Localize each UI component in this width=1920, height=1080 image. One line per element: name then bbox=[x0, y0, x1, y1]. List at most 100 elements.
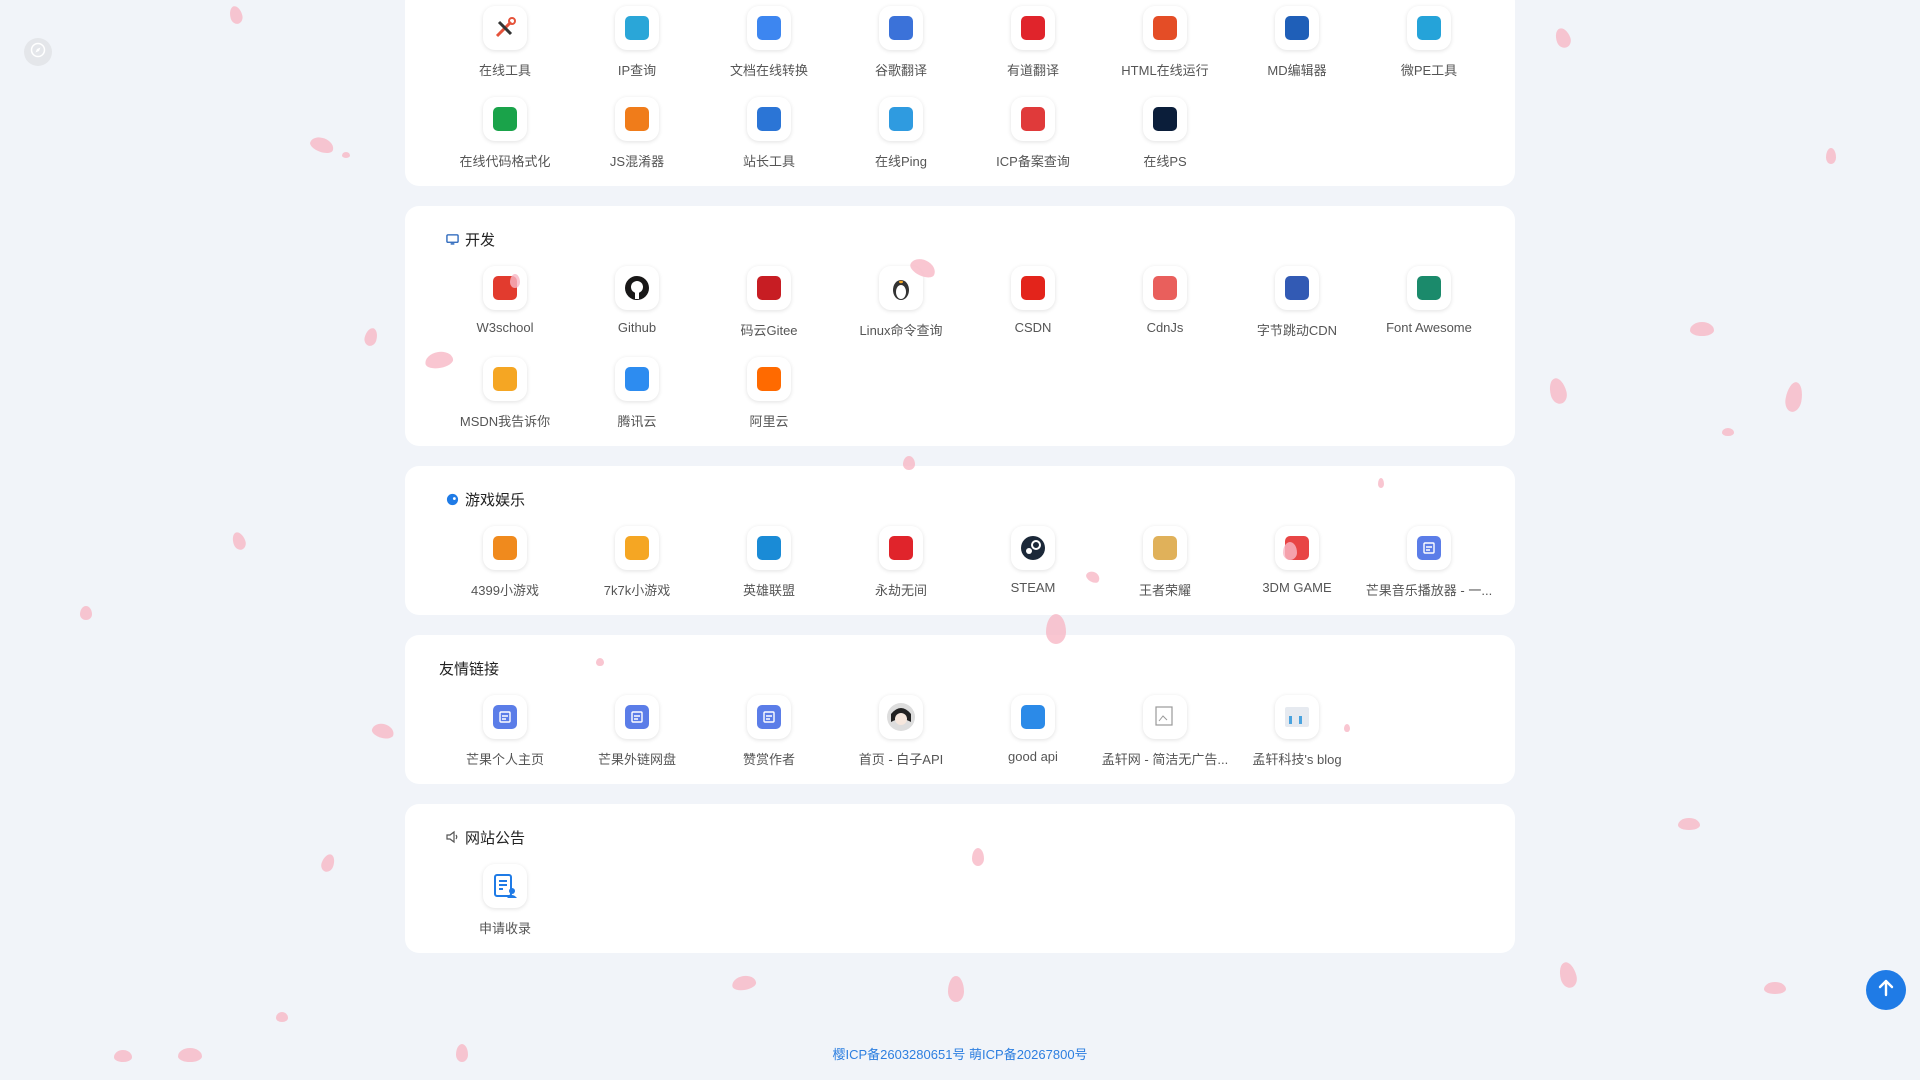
link-grid: 申请收录 bbox=[415, 864, 1505, 937]
link-label: STEAM bbox=[1010, 580, 1056, 595]
link-item[interactable]: 字节跳动CDN bbox=[1231, 266, 1363, 339]
link-item[interactable]: 英雄联盟 bbox=[703, 526, 835, 599]
link-label: 谷歌翻译 bbox=[874, 63, 927, 78]
link-label: MSDN我告诉你 bbox=[459, 414, 551, 429]
link-item[interactable]: STEAM bbox=[967, 526, 1099, 599]
pe-icon bbox=[1407, 6, 1451, 50]
link-item[interactable]: W3school bbox=[439, 266, 571, 339]
petal-decoration bbox=[1678, 818, 1700, 830]
petal-decoration bbox=[80, 606, 92, 620]
link-label: ICP备案查询 bbox=[996, 154, 1070, 169]
link-item[interactable]: CdnJs bbox=[1099, 266, 1231, 339]
link-label: good api bbox=[1008, 749, 1058, 764]
avatar-icon bbox=[879, 695, 923, 739]
api-icon bbox=[1011, 695, 1055, 739]
link-item[interactable]: 申请收录 bbox=[439, 864, 571, 937]
link-grid: 4399小游戏 7k7k小游戏 英雄联盟 永劫无间 STEAM 王者荣耀 3DM GAME 芒… bbox=[415, 526, 1505, 599]
link-label: 芒果个人主页 bbox=[465, 752, 544, 767]
link-item[interactable]: ICP备案查询 bbox=[967, 97, 1099, 170]
html5-icon bbox=[483, 266, 527, 310]
link-item[interactable]: 有道翻译 bbox=[967, 6, 1099, 79]
link-item[interactable]: 在线代码格式化 bbox=[439, 97, 571, 170]
link-item[interactable]: 在线PS bbox=[1099, 97, 1231, 170]
link-label: 在线PS bbox=[1143, 154, 1187, 169]
link-label: 芒果外链网盘 bbox=[597, 752, 676, 767]
markdown-icon bbox=[1275, 6, 1319, 50]
bookmark-icon bbox=[747, 695, 791, 739]
tools-icon bbox=[483, 6, 527, 50]
petal-decoration bbox=[730, 974, 758, 992]
petal-decoration bbox=[1690, 322, 1714, 336]
link-item[interactable]: MSDN我告诉你 bbox=[439, 357, 571, 430]
link-item[interactable]: IP查询 bbox=[571, 6, 703, 79]
link-item[interactable]: MD编辑器 bbox=[1231, 6, 1363, 79]
link-grid: W3school Github 码云Gitee Linux命令查询 CSDN CdnJs 字… bbox=[415, 266, 1505, 430]
petal-decoration bbox=[319, 852, 337, 874]
link-item[interactable]: HTML在线运行 bbox=[1099, 6, 1231, 79]
link-item[interactable]: 孟轩科技's blog bbox=[1231, 695, 1363, 768]
link-item[interactable]: 文档在线转换 bbox=[703, 6, 835, 79]
link-item[interactable]: 首页 - 白子API bbox=[835, 695, 967, 768]
link-label: Github bbox=[617, 320, 657, 335]
link-item[interactable]: 3DM GAME bbox=[1231, 526, 1363, 599]
link-label: 英雄联盟 bbox=[742, 583, 795, 598]
bytedance-icon bbox=[1275, 266, 1319, 310]
aliyun-icon bbox=[747, 357, 791, 401]
link-item[interactable]: 芒果外链网盘 bbox=[571, 695, 703, 768]
terminal-icon bbox=[483, 97, 527, 141]
link-item[interactable]: 在线Ping bbox=[835, 97, 967, 170]
bookmark-icon bbox=[1407, 526, 1451, 570]
link-item[interactable]: 码云Gitee bbox=[703, 266, 835, 339]
section-title: 开发 bbox=[415, 220, 1505, 266]
link-item[interactable]: 站长工具 bbox=[703, 97, 835, 170]
link-item[interactable]: good api bbox=[967, 695, 1099, 768]
4399-icon bbox=[483, 526, 527, 570]
link-item[interactable]: 芒果音乐播放器 - 一... bbox=[1363, 526, 1495, 599]
link-item[interactable]: 腾讯云 bbox=[571, 357, 703, 430]
bookmark-icon bbox=[483, 695, 527, 739]
7k7k-icon bbox=[615, 526, 659, 570]
link-item[interactable]: 阿里云 bbox=[703, 357, 835, 430]
link-grid: 芒果个人主页 芒果外链网盘 赞赏作者 首页 - 白子API good api 孟轩网 - … bbox=[415, 695, 1505, 768]
link-label: 王者荣耀 bbox=[1138, 583, 1191, 598]
flag-icon bbox=[1407, 266, 1451, 310]
link-item[interactable]: 谷歌翻译 bbox=[835, 6, 967, 79]
section-card: 游戏娱乐 4399小游戏 7k7k小游戏 英雄联盟 永劫无间 STEAM 王者荣耀 3DM G… bbox=[405, 466, 1515, 615]
lock-icon bbox=[615, 97, 659, 141]
link-label: CdnJs bbox=[1146, 320, 1184, 335]
link-item[interactable]: 在线工具 bbox=[439, 6, 571, 79]
icp-record-link[interactable]: 樱ICP备2603280651号 萌ICP备20267800号 bbox=[832, 1047, 1087, 1062]
section-card: 友情链接 芒果个人主页 芒果外链网盘 赞赏作者 首页 - 白子API good api 孟轩… bbox=[405, 635, 1515, 784]
network-icon bbox=[879, 97, 923, 141]
link-item[interactable]: 赞赏作者 bbox=[703, 695, 835, 768]
link-label: 文档在线转换 bbox=[729, 63, 808, 78]
link-item[interactable]: 7k7k小游戏 bbox=[571, 526, 703, 599]
link-label: 腾讯云 bbox=[617, 414, 657, 429]
link-item[interactable]: JS混淆器 bbox=[571, 97, 703, 170]
link-item[interactable]: 王者荣耀 bbox=[1099, 526, 1231, 599]
footer: 樱ICP备2603280651号 萌ICP备20267800号 bbox=[0, 1044, 1920, 1063]
link-item[interactable]: Font Awesome bbox=[1363, 266, 1495, 339]
github-icon bbox=[615, 266, 659, 310]
petal-decoration bbox=[1553, 26, 1573, 50]
link-label: 孟轩网 - 简洁无广告... bbox=[1101, 752, 1229, 767]
link-label: HTML在线运行 bbox=[1121, 63, 1209, 78]
link-item[interactable]: 孟轩网 - 简洁无广告... bbox=[1099, 695, 1231, 768]
petal-decoration bbox=[362, 326, 380, 348]
section-title-text: 网站公告 bbox=[465, 829, 526, 847]
petal-decoration bbox=[1722, 428, 1734, 436]
link-item[interactable]: CSDN bbox=[967, 266, 1099, 339]
link-label: 首页 - 白子API bbox=[858, 752, 944, 767]
link-item[interactable]: Linux命令查询 bbox=[835, 266, 967, 339]
link-item[interactable]: 4399小游戏 bbox=[439, 526, 571, 599]
main-content: 在线工具 IP查询 文档在线转换 谷歌翻译 有道翻译 HTML在线运行 MD编辑器 微PE工具… bbox=[405, 0, 1515, 973]
back-to-top-button[interactable] bbox=[1866, 970, 1906, 1010]
broken-image-icon bbox=[1143, 695, 1187, 739]
link-item[interactable]: Github bbox=[571, 266, 703, 339]
compass-button[interactable] bbox=[24, 38, 52, 66]
link-item[interactable]: 永劫无间 bbox=[835, 526, 967, 599]
msdn-icon bbox=[483, 357, 527, 401]
link-item[interactable]: 芒果个人主页 bbox=[439, 695, 571, 768]
link-label: JS混淆器 bbox=[609, 154, 665, 169]
link-item[interactable]: 微PE工具 bbox=[1363, 6, 1495, 79]
